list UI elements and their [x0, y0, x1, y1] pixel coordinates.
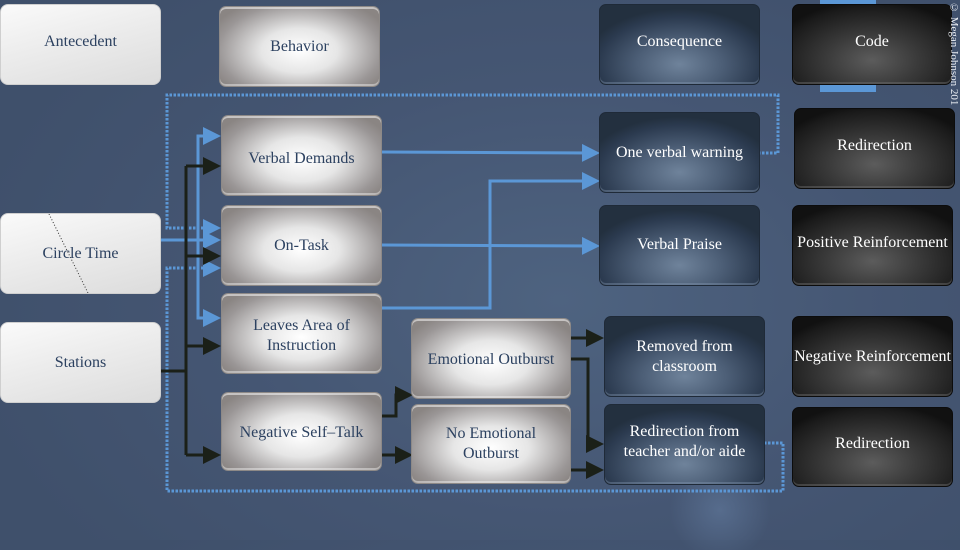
- black-negative-to-emotional: [382, 386, 413, 418]
- behavior-leaves-area: Leaves Area of Instruction: [221, 293, 382, 374]
- consequence-label: Redirection from teacher and/or aide: [623, 422, 746, 460]
- behavior-label: Negative Self–Talk: [239, 424, 364, 441]
- blue-verbal-to-warning: [381, 143, 600, 162]
- consequence-verbal-praise: Verbal Praise: [599, 205, 760, 286]
- header-behavior-label: Behavior: [270, 37, 329, 55]
- outcome-label: Emotional Outburst: [427, 351, 555, 368]
- header-consequence: Consequence: [599, 4, 760, 85]
- consequence-removed: Removed from classroom: [604, 316, 765, 397]
- header-code: Code: [792, 4, 952, 85]
- blue-trunk-to-verbal: [196, 127, 221, 318]
- antecedent-label: Stations: [54, 353, 107, 371]
- header-antecedent-label: Antecedent: [44, 32, 117, 50]
- code-redirection-2: Redirection: [792, 407, 953, 487]
- code-label: Redirection: [837, 136, 912, 154]
- code-negative-reinforcement: Negative Reinforcement: [792, 316, 953, 397]
- header-consequence-label: Consequence: [636, 32, 723, 50]
- black-emotional-to-redirect: [571, 357, 604, 453]
- outcome-emotional-outburst: Emotional Outburst: [411, 318, 571, 399]
- outcome-no-emotional-outburst: No Emotional Outburst: [411, 404, 571, 484]
- blue-ontask-to-praise: [381, 236, 600, 255]
- behavior-on-task: On-Task: [221, 205, 382, 286]
- code-redirection-1: Redirection: [794, 108, 955, 189]
- code-positive-reinforcement: Positive Reinforcement: [792, 205, 953, 286]
- code-label: Negative Reinforcement: [794, 347, 951, 365]
- behavior-negative-self-talk: Negative Self–Talk: [221, 392, 382, 471]
- consequence-label: One verbal warning: [615, 143, 744, 161]
- blue-leaves-to-warning: [382, 172, 600, 310]
- header-antecedent: Antecedent: [0, 4, 161, 85]
- code-label: Positive Reinforcement: [797, 233, 948, 251]
- consequence-label: Verbal Praise: [637, 235, 722, 253]
- blue-trunk-to-leaves: [196, 240, 221, 327]
- behavior-verbal-demands: Verbal Demands: [221, 115, 382, 196]
- copyright-notice: © Megan Johnson 201: [948, 2, 960, 106]
- code-label: Redirection: [835, 435, 910, 452]
- antecedent-circle-time: Circle Time: [0, 213, 161, 294]
- behavior-label: Leaves Area of Instruction: [253, 317, 350, 354]
- antecedent-label: Circle Time: [42, 244, 119, 262]
- antecedent-stations: Stations: [0, 322, 161, 403]
- behavior-label: On-Task: [274, 236, 329, 254]
- header-behavior: Behavior: [219, 6, 380, 87]
- header-code-label: Code: [855, 32, 889, 50]
- outcome-label: No Emotional Outburst: [445, 425, 537, 462]
- consequence-label: Removed from classroom: [636, 337, 733, 375]
- consequence-verbal-warning: One verbal warning: [599, 112, 760, 193]
- consequence-redirection: Redirection from teacher and/or aide: [604, 404, 765, 485]
- behavior-label: Verbal Demands: [248, 149, 355, 167]
